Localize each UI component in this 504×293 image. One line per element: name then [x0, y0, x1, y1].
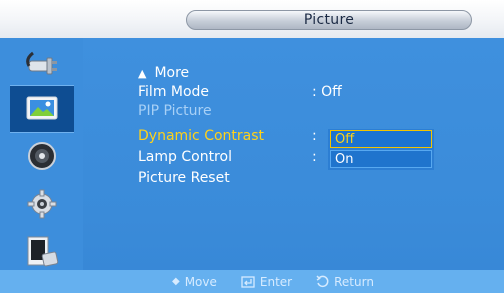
menu-item-lamp-control[interactable]: Lamp Control — [138, 149, 232, 165]
menu-title-text: Picture — [303, 12, 355, 28]
lamp-control-colon: : — [312, 149, 317, 165]
sidebar — [0, 38, 83, 293]
sidebar-item-input[interactable] — [24, 46, 60, 82]
dynamic-contrast-dropdown[interactable]: Off On — [328, 129, 434, 170]
help-return-label: Return — [334, 274, 374, 289]
dropdown-option-off[interactable]: Off — [330, 130, 432, 148]
dropdown-option-on[interactable]: On — [330, 150, 432, 168]
help-enter: Enter — [241, 275, 292, 289]
sidebar-item-sound[interactable] — [24, 138, 60, 174]
help-move-label: Move — [184, 274, 217, 289]
sidebar-item-multi-control[interactable] — [24, 234, 60, 270]
menu-item-dynamic-contrast[interactable]: Dynamic Contrast — [138, 128, 264, 144]
enter-icon — [241, 275, 255, 288]
menu-item-label: Film Mode — [138, 84, 210, 100]
help-move: ◆ Move — [172, 275, 217, 289]
setup-icon — [27, 189, 57, 219]
menu-title: Picture — [186, 10, 472, 30]
menu-item-label: Picture Reset — [138, 170, 230, 186]
film-mode-value: : Off — [312, 84, 342, 100]
menu-item-pip-picture: PIP Picture — [138, 103, 212, 119]
help-enter-label: Enter — [259, 274, 293, 289]
help-legend: ◆ Move Enter Return — [172, 270, 374, 293]
more-label: More — [154, 65, 190, 81]
sidebar-item-picture[interactable] — [10, 85, 74, 133]
menu-item-label: Lamp Control — [138, 149, 232, 165]
input-icon — [26, 51, 57, 75]
menu-item-label: Dynamic Contrast — [138, 128, 265, 144]
sound-icon — [28, 142, 56, 170]
menu-item-film-mode[interactable]: Film Mode — [138, 84, 209, 100]
multi-control-icon — [27, 236, 59, 267]
picture-icon — [26, 96, 58, 120]
more-item[interactable]: ▲ More — [138, 65, 189, 81]
return-icon — [316, 275, 329, 288]
triangle-up-icon: ▲ — [138, 67, 147, 80]
title-bar: Picture — [0, 0, 504, 38]
up-down-icon: ◆ — [172, 276, 180, 287]
sidebar-item-setup[interactable] — [24, 186, 60, 222]
help-return: Return — [316, 275, 374, 289]
menu-item-label: PIP Picture — [138, 103, 212, 119]
dynamic-contrast-colon: : — [312, 128, 317, 144]
menu-item-picture-reset[interactable]: Picture Reset — [138, 170, 230, 186]
menu-panel: ▲ More Film Mode : Off PIP Picture Dynami… — [83, 38, 504, 293]
